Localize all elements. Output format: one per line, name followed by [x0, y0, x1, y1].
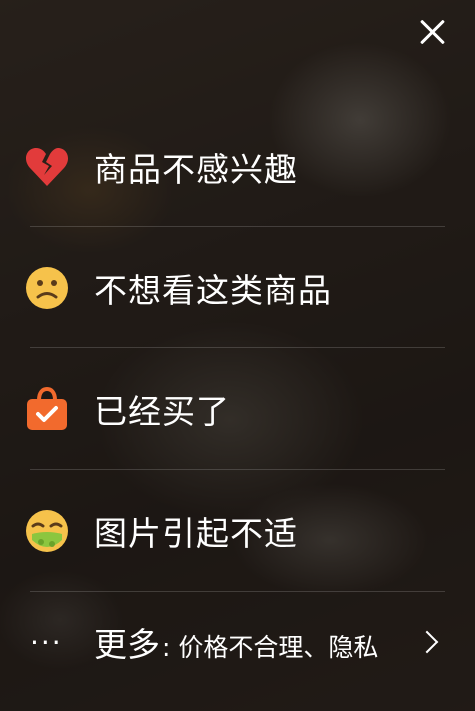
shopping-bag-check-icon [22, 384, 72, 434]
option-label: 商品不感兴趣 [94, 150, 298, 189]
option-already-bought[interactable]: 已经买了 [0, 348, 475, 470]
broken-heart-icon [22, 142, 72, 192]
more-label: 更多 : 价格不合理、隐私 [94, 618, 378, 666]
more-dots-icon: ··· [30, 625, 63, 659]
sad-face-icon [22, 263, 72, 313]
more-label-detail: : 价格不合理、隐私 [162, 633, 379, 662]
option-not-this-category[interactable]: 不想看这类商品 [0, 227, 475, 349]
more-label-main: 更多 [94, 625, 160, 664]
option-label: 不想看这类商品 [94, 271, 332, 310]
nauseated-face-icon [22, 506, 72, 556]
chevron-right-icon [415, 630, 439, 654]
option-more[interactable]: ··· 更多 : 价格不合理、隐私 [0, 592, 475, 692]
option-label: 已经买了 [94, 392, 230, 431]
close-button[interactable] [415, 14, 451, 50]
feedback-menu: 商品不感兴趣 不想看这类商品 已经买了 图片引起不适 ··· 更多: 价格不合… [0, 108, 475, 664]
option-not-interested[interactable]: 商品不感兴趣 [0, 108, 475, 226]
option-label: 图片引起不适 [94, 514, 298, 553]
option-image-discomfort[interactable]: 图片引起不适 [0, 470, 475, 592]
